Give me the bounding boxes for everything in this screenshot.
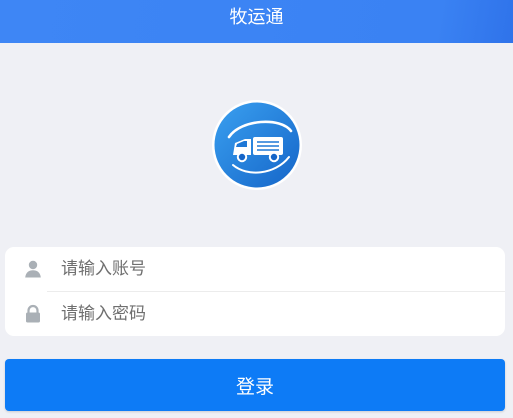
user-icon: [23, 259, 43, 279]
password-row: [5, 292, 505, 336]
lock-icon: [23, 304, 43, 324]
login-form: [5, 247, 505, 336]
login-button[interactable]: 登录: [5, 359, 505, 411]
app-header: 牧运通: [0, 0, 513, 43]
page-title: 牧运通: [229, 6, 284, 28]
username-input[interactable]: [61, 254, 481, 284]
password-input[interactable]: [61, 299, 481, 329]
username-row: [5, 247, 505, 291]
truck-logo-icon: [211, 99, 303, 191]
